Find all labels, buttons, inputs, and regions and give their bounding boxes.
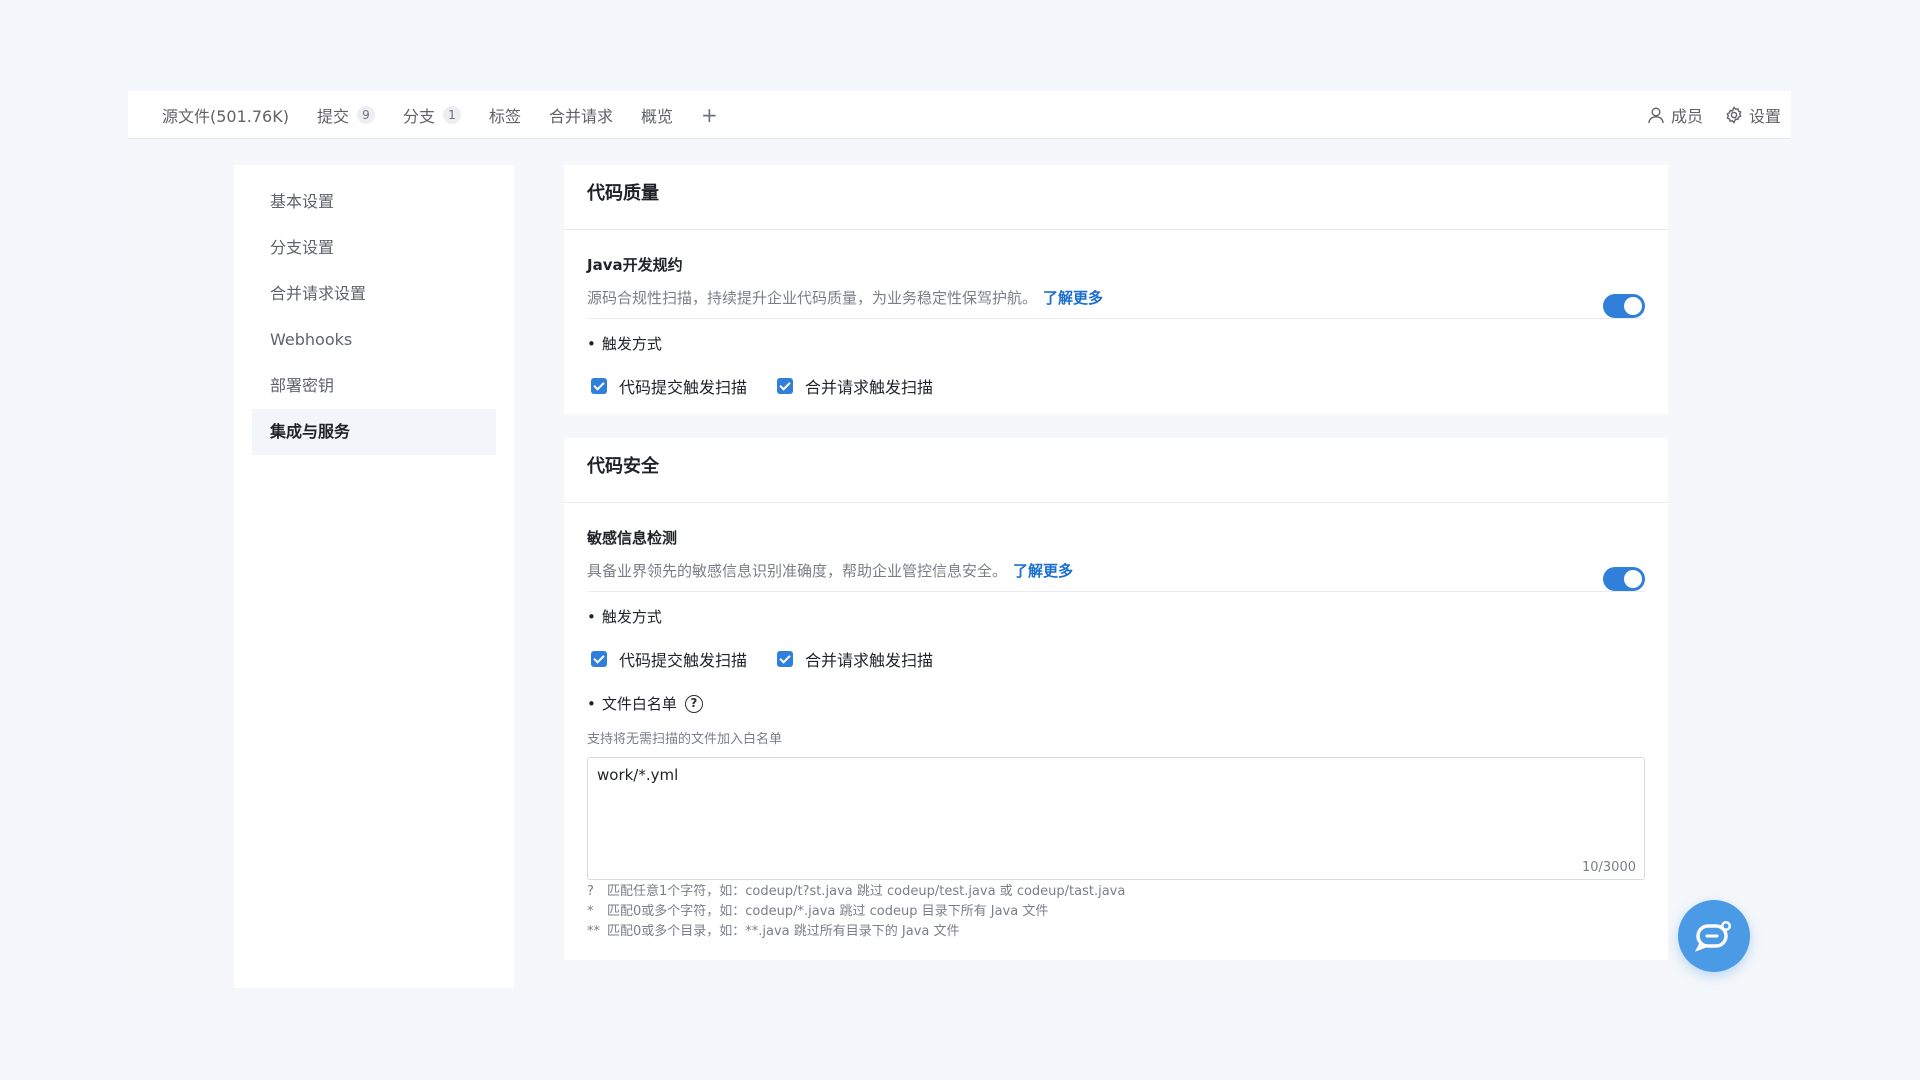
tab-label: 源文件(501.76K) <box>162 106 289 126</box>
whitelist-label-text: 文件白名单 <box>601 695 677 713</box>
trigger-label-text: 触发方式 <box>601 608 662 626</box>
card-body: 敏感信息检测 具备业界领先的敏感信息识别准确度，帮助企业管控信息安全。 了解更多 … <box>564 527 1668 942</box>
bullet: • <box>587 607 596 626</box>
sidebar-item-deploy-keys[interactable]: 部署密钥 <box>252 363 496 409</box>
checkbox-label: 代码提交触发扫描 <box>619 378 748 397</box>
pattern-symbol: * <box>587 904 594 919</box>
nav-right-actions: 成员 设置 <box>1625 91 1781 139</box>
tab-source-files[interactable]: 源文件(501.76K) <box>162 103 289 127</box>
rule-desc-text: 具备业界领先的敏感信息识别准确度，帮助企业管控信息安全。 <box>587 562 1008 580</box>
tab-label: 概览 <box>641 106 674 126</box>
pattern-rule: ** 匹配0或多个目录，如：**.java 跳过所有目录下的 Java 文件 <box>587 922 1645 942</box>
pattern-rule: * 匹配0或多个字符，如：codeup/*.java 跳过 codeup 目录下所… <box>587 902 1645 922</box>
trigger-options: 代码提交触发扫描 合并请求触发扫描 <box>587 374 1645 398</box>
repo-tab-bar: 源文件(501.76K) 提交 9 分支 1 标签 合并请求 概览 + 成员 设置 <box>128 91 1791 139</box>
tab-tags[interactable]: 标签 <box>489 103 521 127</box>
members-label: 成员 <box>1670 107 1703 126</box>
sidebar-item-branch[interactable]: 分支设置 <box>252 225 496 271</box>
checkbox-label: 合并请求触发扫描 <box>805 651 934 670</box>
pattern-symbol: ** <box>587 924 600 939</box>
code-quality-card: 代码质量 Java开发规约 源码合规性扫描，持续提升企业代码质量，为业务稳定性保… <box>564 165 1668 414</box>
settings-button[interactable]: 设置 <box>1725 103 1781 127</box>
tab-merge-requests[interactable]: 合并请求 <box>549 103 613 127</box>
trigger-label: • 触发方式 <box>587 606 1645 627</box>
pattern-text: 匹配0或多个目录，如：**.java 跳过所有目录下的 Java 文件 <box>607 924 960 939</box>
whitelist-textarea[interactable] <box>588 758 1644 879</box>
tab-overview[interactable]: 概览 <box>641 103 673 127</box>
learn-more-link[interactable]: 了解更多 <box>1043 289 1103 307</box>
whitelist-label: • 文件白名单? <box>587 693 1645 714</box>
code-security-card: 代码安全 敏感信息检测 具备业界领先的敏感信息识别准确度，帮助企业管控信息安全。… <box>564 438 1668 960</box>
learn-more-link[interactable]: 了解更多 <box>1013 562 1073 580</box>
sensitive-info-toggle[interactable] <box>1603 567 1645 591</box>
tab-label: 标签 <box>489 106 522 126</box>
rule-title: 敏感信息检测 <box>587 529 678 547</box>
pattern-rules-list: ? 匹配任意1个字符，如：codeup/t?st.java 跳过 codeup/t… <box>587 882 1645 942</box>
commit-trigger-checkbox[interactable]: 代码提交触发扫描 <box>587 647 747 671</box>
trigger-label-text: 触发方式 <box>601 335 662 353</box>
sidebar-item-merge-request[interactable]: 合并请求设置 <box>252 271 496 317</box>
tab-label: 合并请求 <box>549 106 614 126</box>
user-icon <box>1648 107 1664 124</box>
settings-sidebar: 基本设置 分支设置 合并请求设置 Webhooks 部署密钥 集成与服务 <box>234 165 514 988</box>
chat-bubble-icon <box>1695 921 1731 952</box>
sidebar-item-basic[interactable]: 基本设置 <box>252 179 496 225</box>
bullet: • <box>587 334 596 353</box>
rule-description: 具备业界领先的敏感信息识别准确度，帮助企业管控信息安全。 了解更多 <box>587 560 1645 592</box>
add-tab-icon[interactable]: + <box>701 103 718 127</box>
trigger-options: 代码提交触发扫描 合并请求触发扫描 <box>587 647 1645 671</box>
card-body: Java开发规约 源码合规性扫描，持续提升企业代码质量，为业务稳定性保驾护航。了… <box>564 254 1668 398</box>
mr-trigger-checkbox[interactable]: 合并请求触发扫描 <box>773 647 933 671</box>
checkbox-checked-icon <box>777 378 794 394</box>
rule-description: 源码合规性扫描，持续提升企业代码质量，为业务稳定性保驾护航。 了解更多 <box>587 287 1645 319</box>
pattern-text: 匹配任意1个字符，如：codeup/t?st.java 跳过 codeup/te… <box>607 884 1126 899</box>
whitelist-textarea-wrapper: 10/3000 <box>587 757 1645 880</box>
pattern-text: 匹配0或多个字符，如：codeup/*.java 跳过 codeup 目录下所有… <box>607 904 1049 919</box>
count-badge: 1 <box>443 105 461 124</box>
checkbox-label: 合并请求触发扫描 <box>805 378 934 397</box>
members-button[interactable]: 成员 <box>1647 103 1703 127</box>
bullet: • <box>587 694 596 713</box>
sidebar-item-integrations[interactable]: 集成与服务 <box>252 409 496 455</box>
tab-label: 分支 <box>402 106 435 126</box>
pattern-rule: ? 匹配任意1个字符，如：codeup/t?st.java 跳过 codeup/t… <box>587 882 1645 902</box>
card-title: 代码安全 <box>564 438 1668 503</box>
checkbox-label: 代码提交触发扫描 <box>619 651 748 670</box>
help-icon[interactable]: ? <box>684 694 703 713</box>
whitelist-hint: 支持将无需扫描的文件加入白名单 <box>587 732 783 747</box>
count-badge: 9 <box>356 105 375 124</box>
rule-desc-text: 源码合规性扫描，持续提升企业代码质量，为业务稳定性保驾护航。 <box>587 289 1038 307</box>
mr-trigger-checkbox[interactable]: 合并请求触发扫描 <box>773 374 933 398</box>
sidebar-item-webhooks[interactable]: Webhooks <box>252 317 496 363</box>
commit-trigger-checkbox[interactable]: 代码提交触发扫描 <box>587 374 747 398</box>
rule-title: Java开发规约 <box>587 256 683 274</box>
char-counter: 10/3000 <box>1581 860 1636 875</box>
tab-label: 提交 <box>316 106 349 126</box>
app-window: 源文件(501.76K) 提交 9 分支 1 标签 合并请求 概览 + 成员 设置 … <box>128 91 1791 988</box>
trigger-label: • 触发方式 <box>587 333 1645 354</box>
tab-branches[interactable]: 分支 1 <box>403 103 461 127</box>
checkbox-checked-icon <box>591 651 607 667</box>
gear-icon <box>1726 106 1742 124</box>
settings-label: 设置 <box>1748 107 1781 126</box>
pattern-symbol: ? <box>587 884 594 899</box>
checkbox-checked-icon <box>777 651 794 667</box>
chat-support-button[interactable] <box>1678 900 1750 972</box>
card-title: 代码质量 <box>564 165 1668 230</box>
tab-commits[interactable]: 提交 9 <box>317 103 375 127</box>
checkbox-checked-icon <box>591 378 607 394</box>
java-rules-toggle[interactable] <box>1603 294 1645 318</box>
